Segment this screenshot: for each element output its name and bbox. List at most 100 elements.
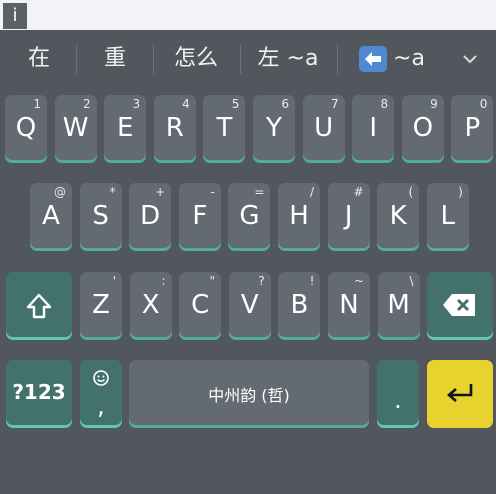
key-hint: ? [258, 274, 265, 288]
key-hint: 3 [132, 97, 141, 111]
key-label: W [62, 113, 89, 143]
key-label: S [92, 201, 109, 231]
key-u[interactable]: 7U [302, 95, 345, 163]
key-y[interactable]: 6Y [253, 95, 295, 163]
key-b[interactable]: ! B [278, 272, 321, 340]
enter-key[interactable] [427, 360, 493, 428]
key-label: B [290, 290, 309, 320]
left-arrow-icon [359, 46, 388, 72]
key-hint: - [210, 185, 215, 199]
key-hint: 8 [380, 97, 389, 111]
key-hint: ! [309, 274, 315, 288]
key-p[interactable]: 0P [451, 95, 494, 163]
key-hint: # [353, 185, 364, 199]
key-label: Z [92, 290, 110, 320]
key-hint: @ [54, 185, 66, 199]
key-k[interactable]: (K [377, 183, 420, 251]
key-e[interactable]: 3E [104, 95, 147, 163]
key-f[interactable]: -F [178, 183, 221, 251]
key-i[interactable]: 8I [352, 95, 395, 163]
key-w[interactable]: 2W [54, 95, 97, 163]
key-z[interactable]: ' Z [80, 272, 122, 340]
key-label: D [140, 201, 161, 231]
key-hint: 7 [330, 97, 339, 111]
key-hint: ' [112, 274, 116, 288]
key-hint: 5 [231, 97, 240, 111]
key-label: M [387, 290, 410, 320]
key-x[interactable]: :X [129, 272, 172, 340]
key-label: F [192, 201, 208, 231]
key-hint: \ [409, 274, 414, 288]
key-label: Y [266, 113, 282, 143]
key-label: Q [15, 113, 37, 143]
key-h[interactable]: / H [278, 183, 320, 251]
key-label: V [240, 290, 259, 320]
key-t[interactable]: 5T [203, 95, 246, 163]
key-hint: 9 [430, 97, 438, 111]
key-n[interactable]: ~ N [328, 272, 370, 340]
key-label: L [440, 201, 456, 231]
key-l[interactable]: ) L [426, 183, 469, 251]
suggestion-bar: 在 重 怎么 左 ~a ~a [0, 30, 496, 88]
suggestion-5-label: ~a [393, 46, 425, 71]
key-j[interactable]: # J [327, 183, 370, 251]
suggestion-2[interactable]: 重 [88, 42, 142, 76]
key-hint: 1 [33, 97, 41, 111]
key-a[interactable]: @ A [30, 183, 72, 251]
key-hint: : [161, 274, 166, 288]
key-label: X [141, 290, 160, 320]
key-m[interactable]: \ M [377, 272, 420, 340]
key-hint: ~ [353, 274, 364, 288]
shift-icon [26, 293, 52, 319]
key-q[interactable]: 1Q [5, 95, 47, 163]
key-g[interactable]: = G [228, 183, 271, 251]
key-label: O [412, 113, 434, 143]
key-hint: = [254, 185, 265, 199]
suggestion-3[interactable]: 怎么 [160, 42, 232, 76]
enter-icon [447, 384, 473, 402]
key-label: R [165, 113, 184, 143]
divider [240, 44, 241, 74]
smiley-icon [93, 370, 109, 386]
key-label: C [191, 290, 210, 320]
key-label: G [239, 201, 260, 231]
divider [153, 44, 154, 74]
key-label: K [389, 201, 407, 231]
emoji-comma-key[interactable]: , [80, 360, 122, 428]
key-d[interactable]: + D [129, 183, 172, 251]
key-hint: 0 [479, 97, 488, 111]
key-v[interactable]: ? V [228, 272, 271, 340]
suggestion-5[interactable]: ~a [352, 42, 432, 76]
divider [76, 44, 77, 74]
key-hint: " [209, 274, 216, 288]
key-label: P [464, 113, 481, 143]
key-hint: * [109, 185, 116, 199]
shift-key[interactable] [6, 272, 72, 340]
input-mode-indicator: i [3, 3, 27, 29]
symbols-key[interactable]: ?123 [6, 360, 72, 428]
key-label: N [339, 290, 359, 320]
suggestion-1[interactable]: 在 [14, 42, 64, 76]
key-label: H [289, 201, 309, 231]
keyboard: 在 重 怎么 左 ~a ~a 1 Q 2 W 3 E 4 R 5 T 6 Y 7 U 8 I 9 O 0 P @ A * S +… [0, 30, 496, 494]
key-c[interactable]: " C [179, 272, 222, 340]
backspace-key[interactable] [427, 272, 493, 340]
key-label: E [116, 113, 134, 143]
key-label: T [216, 113, 233, 143]
key-s[interactable]: * S [79, 183, 122, 251]
period-key[interactable]: . [377, 360, 419, 428]
backspace-icon [443, 294, 475, 316]
chevron-down-icon[interactable] [458, 44, 482, 74]
space-key[interactable]: 中州韵 (哲) [129, 360, 369, 428]
key-hint: 2 [82, 97, 91, 111]
key-hint: 4 [182, 97, 190, 111]
key-hint: / [309, 185, 314, 199]
top-bar: i [0, 0, 496, 30]
divider [337, 44, 338, 74]
suggestion-4[interactable]: 左 ~a [248, 42, 328, 76]
key-o[interactable]: 9O [401, 95, 444, 163]
key-hint: + [155, 185, 166, 199]
key-label: U [314, 113, 334, 143]
key-label: I [369, 113, 378, 143]
key-r[interactable]: 4R [153, 95, 196, 163]
